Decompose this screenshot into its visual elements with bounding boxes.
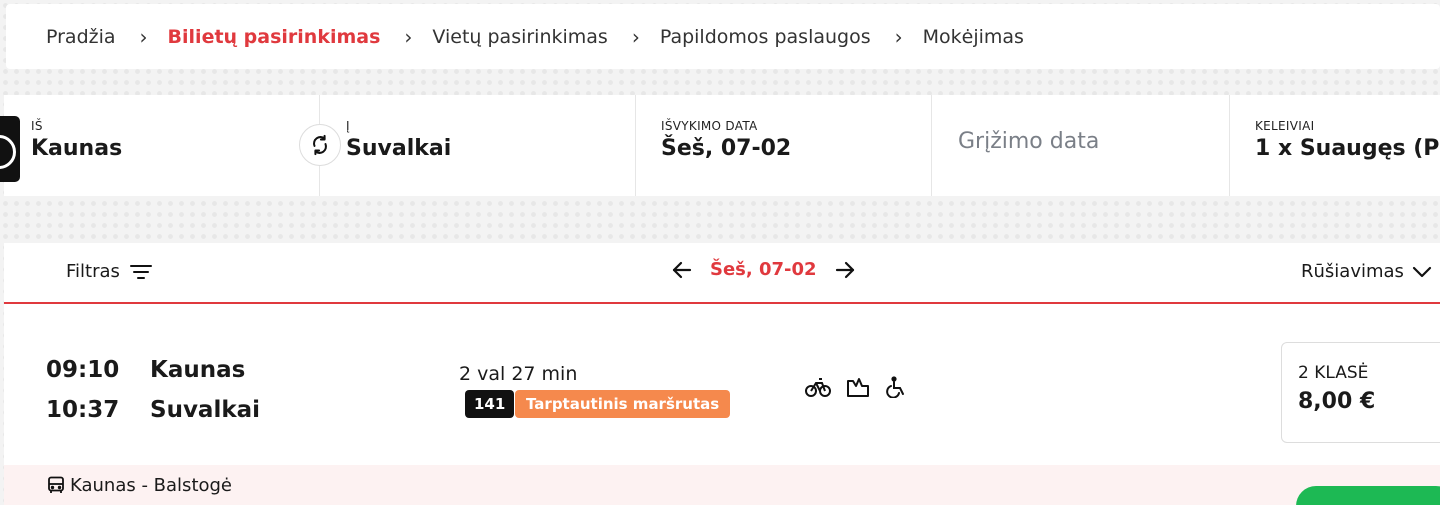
trip-duration: 2 val 27 min <box>459 363 578 385</box>
to-label: Į <box>346 119 350 133</box>
arrival-time: 10:37 <box>46 397 120 423</box>
select-trip-button[interactable] <box>1296 486 1440 505</box>
departure-date-field[interactable]: IŠVYKIMO DATA Šeš, 07-02 <box>636 95 932 196</box>
to-field[interactable]: Į Suvalkai <box>320 95 636 196</box>
trip-card[interactable]: 09:10 Kaunas 10:37 Suvalkai <box>4 306 1440 468</box>
arrival-city: Suvalkai <box>150 397 261 423</box>
departure-time: 09:10 <box>46 357 120 383</box>
price-card[interactable]: 2 KLASĖ 8,00 € <box>1281 342 1440 443</box>
sort-button[interactable]: Rūšiavimas <box>1301 261 1432 282</box>
date-label: IŠVYKIMO DATA <box>661 119 758 133</box>
to-value: Suvalkai <box>346 136 452 161</box>
breadcrumb-payment[interactable]: Mokėjimas <box>923 26 1024 48</box>
bicycle-icon <box>805 378 831 397</box>
from-value: Kaunas <box>31 136 123 161</box>
passengers-field[interactable]: KELEIVIAI 1 x Suaugęs (Pilnas) <box>1230 95 1440 196</box>
side-widget-icon[interactable] <box>0 116 20 182</box>
route-type-badge: Tarptautinis maršrutas <box>515 390 731 418</box>
chevron-right-icon: › <box>139 24 148 49</box>
from-field[interactable]: IŠ Kaunas <box>4 95 320 196</box>
filter-icon <box>129 264 152 279</box>
breadcrumb-extras[interactable]: Papildomos paslaugos <box>660 26 871 48</box>
price-value: 8,00 € <box>1298 389 1376 414</box>
results-toolbar: Filtras Šeš, 07-02 Rūšiavimas <box>4 243 1440 304</box>
passengers-value: 1 x Suaugęs (Pilnas) <box>1255 136 1440 161</box>
chevron-right-icon: › <box>894 24 903 49</box>
filter-button[interactable]: Filtras <box>66 261 152 282</box>
departure-city: Kaunas <box>150 357 246 383</box>
breadcrumb-tickets[interactable]: Bilietų pasirinkimas <box>168 26 381 48</box>
route-number-badge: 141 <box>465 390 515 418</box>
route-name: Kaunas - Balstogė <box>70 474 233 496</box>
breadcrumb-seats[interactable]: Vietų pasirinkimas <box>432 26 607 48</box>
breadcrumb-home[interactable]: Pradžia <box>46 26 116 48</box>
current-date: Šeš, 07-02 <box>710 259 817 280</box>
breadcrumb: Pradžia › Bilietų pasirinkimas › Vietų p… <box>6 4 1440 69</box>
wheelchair-icon <box>886 376 904 398</box>
arrow-right-icon[interactable] <box>835 261 855 279</box>
chevron-right-icon: › <box>404 24 413 49</box>
class-label: 2 KLASĖ <box>1298 363 1369 383</box>
amenities <box>805 376 907 398</box>
filter-label: Filtras <box>66 261 120 282</box>
return-date-field[interactable]: Grįžimo data <box>932 95 1230 196</box>
chevron-down-icon <box>1412 266 1432 277</box>
luggage-icon <box>847 378 869 397</box>
route-info: Kaunas - Balstogė <box>4 465 1440 505</box>
search-panel: IŠ Kaunas Į Suvalkai IŠVYKIMO DATA Šeš, … <box>4 95 1440 196</box>
sort-label: Rūšiavimas <box>1301 261 1404 282</box>
chevron-right-icon: › <box>631 24 640 49</box>
arrow-left-icon[interactable] <box>672 261 692 279</box>
bus-icon <box>48 476 64 493</box>
passengers-label: KELEIVIAI <box>1255 119 1315 133</box>
date-value: Šeš, 07-02 <box>661 136 792 161</box>
from-label: IŠ <box>31 119 43 133</box>
return-date-placeholder: Grįžimo data <box>958 129 1100 154</box>
date-navigator: Šeš, 07-02 <box>672 259 855 280</box>
swap-icon[interactable] <box>299 124 341 166</box>
